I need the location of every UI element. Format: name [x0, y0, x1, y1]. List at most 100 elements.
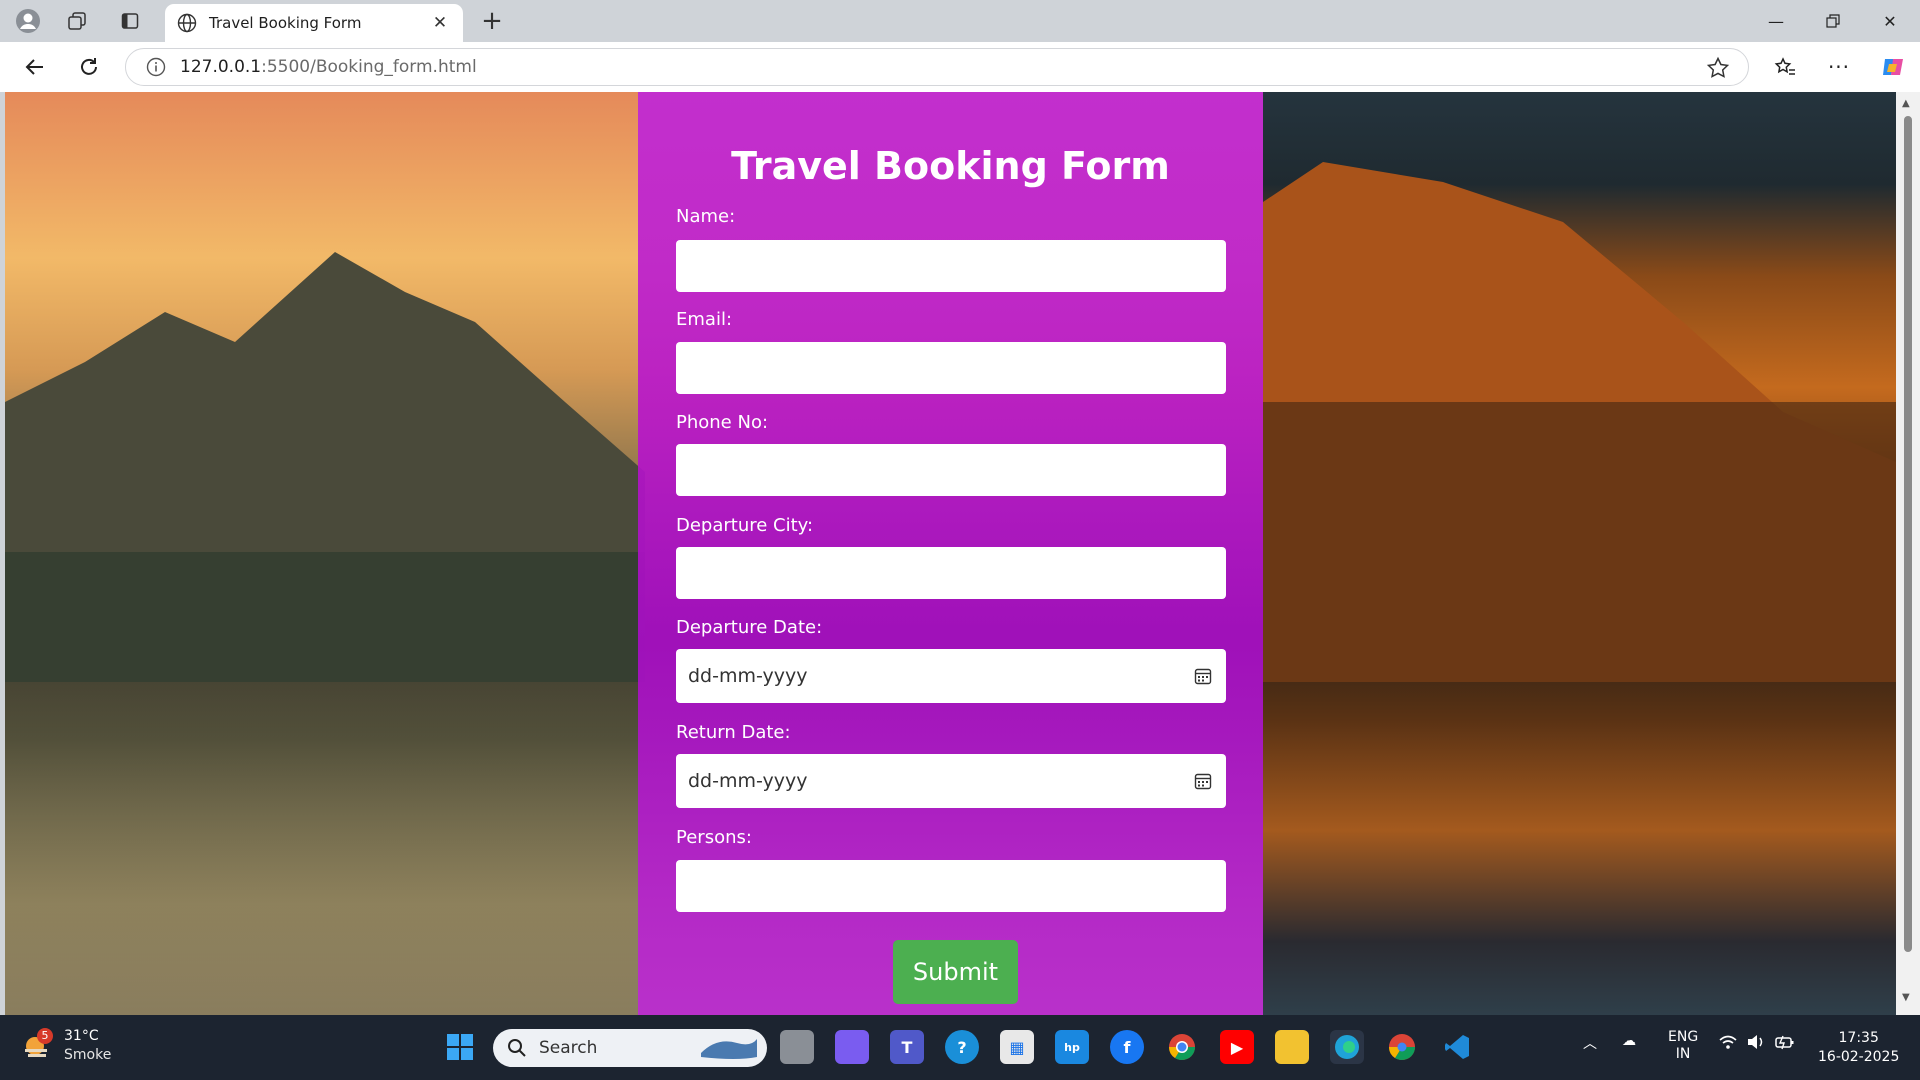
departure-city-label: Departure City: — [676, 515, 814, 536]
copilot-button[interactable] — [1876, 51, 1910, 83]
page-viewport: Travel Booking Form Name: Email: Phone N… — [5, 92, 1896, 1015]
start-button[interactable] — [443, 1030, 477, 1064]
profile-button[interactable] — [7, 6, 49, 36]
minimize-icon: — — [1768, 11, 1784, 31]
background-mountain-left — [5, 252, 645, 682]
tab-travel-booking-form[interactable]: Travel Booking Form ✕ — [165, 4, 463, 42]
name-label: Name: — [676, 206, 736, 227]
copilot-icon — [1883, 59, 1903, 75]
calendar-icon[interactable] — [1194, 667, 1212, 685]
browser-tab-strip: Travel Booking Form ✕ + — ✕ — [0, 0, 1920, 42]
battery-icon[interactable] — [1774, 1033, 1796, 1055]
file-explorer-icon[interactable] — [1275, 1030, 1309, 1064]
background-mountain-right — [1263, 162, 1896, 682]
persons-label: Persons: — [676, 827, 752, 848]
weather-badge: 5 — [37, 1028, 53, 1044]
clock-time: 17:35 — [1838, 1030, 1879, 1046]
scroll-down-icon[interactable]: ▼ — [1902, 992, 1910, 1003]
phone-input[interactable] — [676, 444, 1226, 496]
favorite-star-icon[interactable] — [1706, 56, 1730, 80]
close-window-button[interactable]: ✕ — [1862, 0, 1918, 42]
workspaces-icon — [68, 12, 86, 30]
clock-date: 16-02-2025 — [1818, 1049, 1900, 1065]
globe-icon — [177, 13, 197, 33]
region-code: IN — [1675, 1046, 1691, 1062]
departure-date-label: Departure Date: — [676, 617, 823, 638]
booking-form-panel: Travel Booking Form Name: Email: Phone N… — [638, 92, 1263, 1015]
reload-icon — [81, 58, 97, 75]
edge-browser-icon[interactable] — [1330, 1030, 1364, 1064]
task-view-icon[interactable] — [780, 1030, 814, 1064]
address-bar[interactable]: 127.0.0.1:5500/Booking_form.html — [125, 48, 1749, 86]
minimize-button[interactable]: — — [1748, 0, 1804, 42]
tab-title: Travel Booking Form — [209, 14, 362, 32]
restore-icon — [1826, 14, 1840, 28]
return-date-placeholder: dd-mm-yyyy — [688, 770, 808, 792]
search-icon — [508, 1039, 526, 1057]
vscode-icon[interactable] — [1440, 1030, 1474, 1064]
wifi-icon[interactable] — [1718, 1033, 1738, 1055]
return-date-input[interactable]: dd-mm-yyyy — [676, 754, 1226, 808]
reload-button[interactable] — [72, 51, 106, 83]
chevron-up-icon: ︿ — [1583, 1036, 1597, 1052]
search-highlight-icon — [701, 1039, 757, 1059]
url-path: :5500/Booking_form.html — [261, 57, 477, 77]
facebook-icon[interactable]: f — [1110, 1030, 1144, 1064]
phone-label: Phone No: — [676, 412, 769, 433]
departure-date-input[interactable]: dd-mm-yyyy — [676, 649, 1226, 703]
weather-widget[interactable]: 5 31°C Smoke — [22, 1027, 111, 1065]
return-date-label: Return Date: — [676, 722, 791, 743]
back-arrow-icon — [25, 59, 43, 75]
url-host: 127.0.0.1 — [180, 57, 262, 77]
scrollbar-thumb[interactable] — [1904, 116, 1912, 952]
close-icon: ✕ — [1883, 11, 1897, 31]
weather-condition: Smoke — [64, 1047, 112, 1063]
onedrive-icon[interactable]: ☁ — [1622, 1033, 1636, 1049]
departure-date-placeholder: dd-mm-yyyy — [688, 665, 808, 687]
copilot-app-icon[interactable] — [835, 1030, 869, 1064]
submit-button[interactable]: Submit — [893, 940, 1018, 1004]
persons-input[interactable] — [676, 860, 1226, 912]
back-button[interactable] — [18, 51, 52, 83]
favorites-icon — [1774, 57, 1795, 75]
calendar-icon[interactable] — [1194, 772, 1212, 790]
scroll-up-icon[interactable]: ▲ — [1902, 98, 1910, 109]
microsoft-store-icon[interactable]: ▦ — [1000, 1030, 1034, 1064]
windows-logo-icon — [447, 1034, 473, 1060]
volume-icon[interactable] — [1746, 1033, 1766, 1055]
search-placeholder: Search — [539, 1038, 598, 1058]
weather-temperature: 31°C — [64, 1028, 99, 1044]
workspaces-button[interactable] — [56, 6, 98, 36]
more-dots-icon: ··· — [1827, 55, 1851, 79]
chrome-profile-icon[interactable] — [1385, 1030, 1419, 1064]
help-app-icon[interactable]: ? — [945, 1030, 979, 1064]
email-label: Email: — [676, 309, 733, 330]
system-clock[interactable]: 17:35 16-02-2025 — [1818, 1029, 1899, 1067]
restore-button[interactable] — [1805, 0, 1861, 42]
youtube-icon[interactable]: ▶ — [1220, 1030, 1254, 1064]
teams-icon[interactable]: T — [890, 1030, 924, 1064]
language-code: ENG — [1668, 1029, 1699, 1045]
departure-city-input[interactable] — [676, 547, 1226, 599]
tab-actions-button[interactable] — [109, 6, 151, 36]
favorites-button[interactable] — [1768, 51, 1802, 83]
myhp-icon[interactable]: hp — [1055, 1030, 1089, 1064]
windows-taskbar: 5 31°C Smoke Search T ? ▦ hp f ▶ ︿ ☁ ENG… — [0, 1015, 1920, 1080]
weather-icon: 5 — [22, 1028, 53, 1061]
profile-icon — [16, 9, 40, 33]
show-hidden-icons-button[interactable]: ︿ — [1583, 1033, 1597, 1053]
new-tab-button[interactable]: + — [476, 6, 508, 36]
taskbar-search[interactable]: Search — [493, 1029, 767, 1067]
email-input[interactable] — [676, 342, 1226, 394]
close-tab-icon[interactable]: ✕ — [429, 13, 451, 33]
info-icon[interactable] — [146, 57, 166, 77]
browser-toolbar: 127.0.0.1:5500/Booking_form.html ··· — [0, 42, 1920, 92]
page-scrollbar[interactable]: ▲ ▼ — [1896, 92, 1920, 1015]
more-options-button[interactable]: ··· — [1822, 51, 1856, 83]
form-title: Travel Booking Form — [731, 144, 1170, 188]
language-indicator[interactable]: ENG IN — [1668, 1029, 1698, 1063]
vertical-tabs-icon — [121, 13, 139, 29]
chrome-icon[interactable] — [1165, 1030, 1199, 1064]
plus-icon: + — [481, 6, 503, 36]
name-input[interactable] — [676, 240, 1226, 292]
